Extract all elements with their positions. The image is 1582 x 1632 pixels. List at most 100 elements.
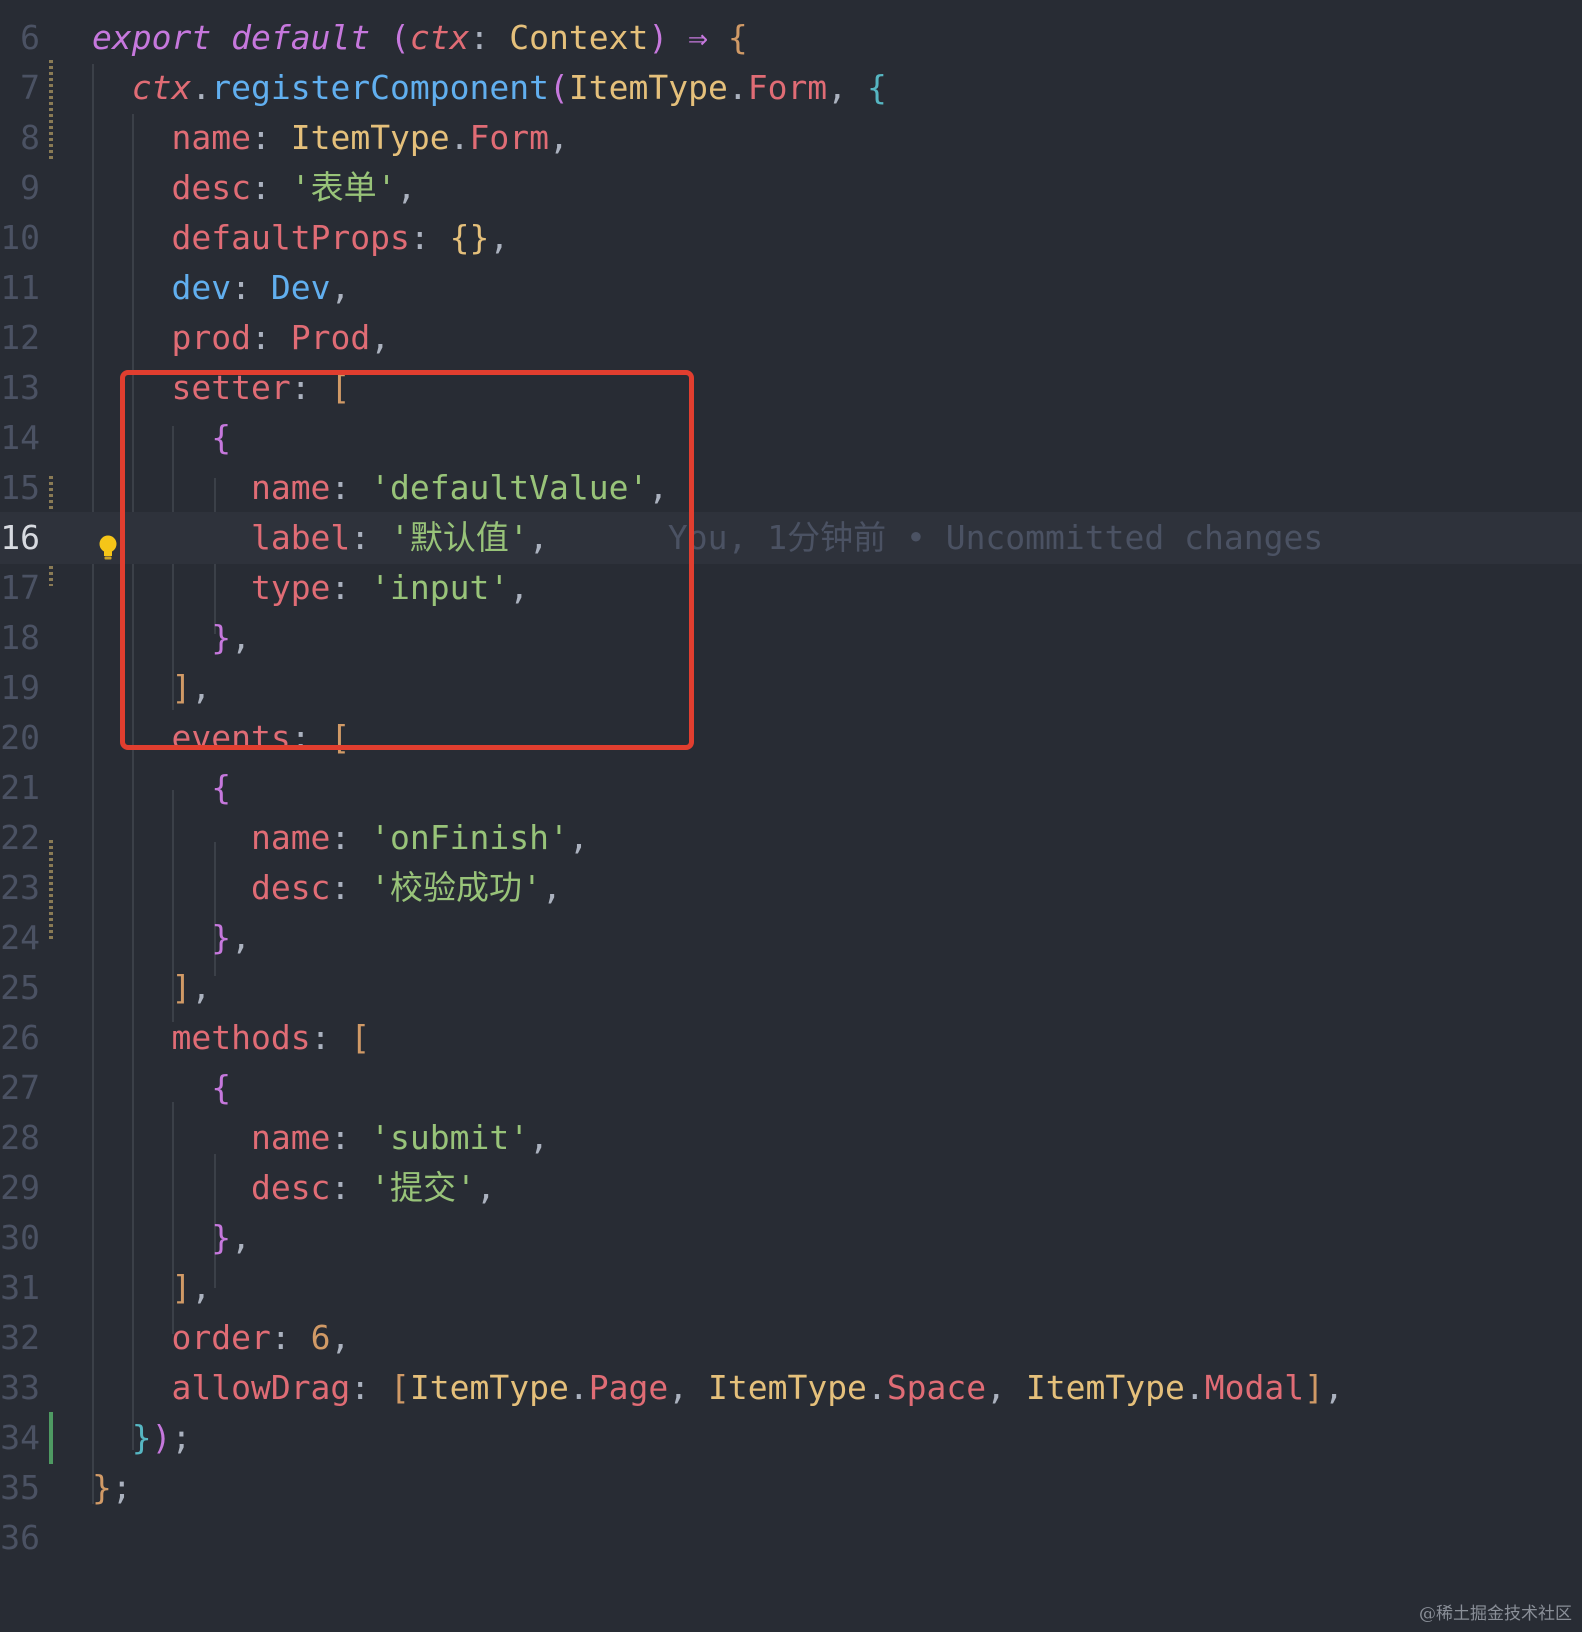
line-number: 24 — [0, 918, 40, 957]
code-token: '提交' — [370, 1168, 476, 1207]
code-line[interactable]: 32 order: 6, — [0, 1312, 1582, 1364]
code-text: }); — [92, 1412, 192, 1464]
code-line[interactable]: 33 allowDrag: [ItemType.Page, ItemType.S… — [0, 1362, 1582, 1414]
code-token: Context — [509, 18, 649, 57]
code-line[interactable]: 11 dev: Dev, — [0, 262, 1582, 314]
code-token: , — [529, 1118, 550, 1157]
code-token: . — [866, 1368, 887, 1407]
code-token: ItemType — [409, 1368, 569, 1407]
line-number: 34 — [0, 1418, 40, 1457]
code-editor[interactable]: 6 export default (ctx: Context) ⇒ {7 ctx.… — [0, 0, 1582, 1632]
code-line[interactable]: 31 ], — [0, 1262, 1582, 1314]
code-token: 'submit' — [370, 1118, 530, 1157]
line-number: 31 — [0, 1268, 40, 1307]
code-token: ) — [151, 1418, 172, 1457]
code-line[interactable]: 10 defaultProps: {}, — [0, 212, 1582, 264]
code-token: : — [330, 1118, 371, 1157]
code-token: [ — [390, 1368, 410, 1407]
line-number: 28 — [0, 1118, 40, 1157]
code-token: , — [231, 1218, 251, 1257]
git-blame-annotation[interactable]: You, 1分钟前 • Uncommitted changes — [668, 518, 1323, 557]
code-token: } — [211, 918, 232, 957]
code-line[interactable]: 25 ], — [0, 962, 1582, 1014]
code-text: name: 'submit', — [92, 1112, 549, 1164]
code-token: desc — [250, 1168, 331, 1207]
code-token: . — [568, 1368, 589, 1407]
code-line[interactable]: 21 { — [0, 762, 1582, 814]
code-token: ItemType — [290, 118, 450, 157]
line-number: 25 — [0, 968, 40, 1007]
code-line[interactable]: 34 }); — [0, 1412, 1582, 1464]
code-line[interactable]: 35}; — [0, 1462, 1582, 1514]
code-token: { — [866, 68, 887, 107]
code-token: ItemType — [707, 1368, 867, 1407]
code-token: ] — [171, 1268, 192, 1307]
code-line[interactable]: 9 desc: '表单', — [0, 162, 1582, 214]
code-token: Modal — [1204, 1368, 1305, 1407]
code-token: Prod — [290, 318, 371, 357]
code-text: name: 'onFinish', — [92, 812, 589, 864]
line-number: 7 — [20, 68, 40, 107]
code-token: desc — [171, 168, 251, 207]
code-token: : — [270, 1318, 311, 1357]
code-token: '校验成功' — [370, 868, 542, 907]
code-line[interactable]: 23 desc: '校验成功', — [0, 862, 1582, 914]
code-text: desc: '提交', — [92, 1162, 496, 1214]
code-token: : — [250, 168, 291, 207]
code-text: ], — [92, 962, 211, 1014]
code-line[interactable]: 24 }, — [0, 912, 1582, 964]
code-token: : — [231, 268, 271, 307]
code-token: ctx — [131, 68, 192, 107]
code-line[interactable]: 28 name: 'submit', — [0, 1112, 1582, 1164]
code-line[interactable]: 30 }, — [0, 1212, 1582, 1264]
code-token: , — [191, 968, 212, 1007]
lightbulb-icon[interactable] — [98, 534, 118, 562]
line-number: 27 — [0, 1068, 40, 1107]
code-line[interactable]: 7 ctx.registerComponent(ItemType.Form, { — [0, 62, 1582, 114]
code-token: name — [171, 118, 251, 157]
code-line[interactable]: 29 desc: '提交', — [0, 1162, 1582, 1214]
code-token: ; — [111, 1468, 132, 1507]
code-text: prod: Prod, — [92, 312, 390, 364]
code-token: Form — [747, 68, 828, 107]
line-number: 11 — [0, 268, 40, 307]
code-line[interactable]: 36 — [0, 1512, 1582, 1564]
code-line[interactable]: 27 { — [0, 1062, 1582, 1114]
line-number: 19 — [0, 668, 40, 707]
code-token: { — [211, 768, 232, 807]
line-number: 6 — [20, 18, 40, 57]
code-line[interactable]: 26 methods: [ — [0, 1012, 1582, 1064]
code-token: , — [568, 818, 589, 857]
code-token: dev — [171, 268, 232, 307]
code-line[interactable]: 22 name: 'onFinish', — [0, 812, 1582, 864]
code-token: ⇒ — [688, 18, 708, 57]
line-number: 13 — [0, 368, 40, 407]
code-line[interactable]: 8 name: ItemType.Form, — [0, 112, 1582, 164]
code-token: , — [668, 1368, 708, 1407]
code-token: ] — [171, 968, 192, 1007]
line-number: 8 — [20, 118, 40, 157]
line-number: 33 — [0, 1368, 40, 1407]
code-token: allowDrag — [171, 1368, 351, 1407]
line-number: 9 — [20, 168, 40, 207]
code-token: name — [250, 1118, 331, 1157]
code-token: ; — [171, 1418, 192, 1457]
line-number: 14 — [0, 418, 40, 457]
code-line[interactable]: 6 export default (ctx: Context) ⇒ { — [0, 12, 1582, 64]
code-token: 6 — [310, 1318, 331, 1357]
code-token: Space — [886, 1368, 987, 1407]
code-line[interactable]: 12 prod: Prod, — [0, 312, 1582, 364]
code-token: '表单' — [290, 168, 397, 207]
code-token: , — [1323, 1368, 1344, 1407]
code-text: }; — [92, 1462, 132, 1514]
